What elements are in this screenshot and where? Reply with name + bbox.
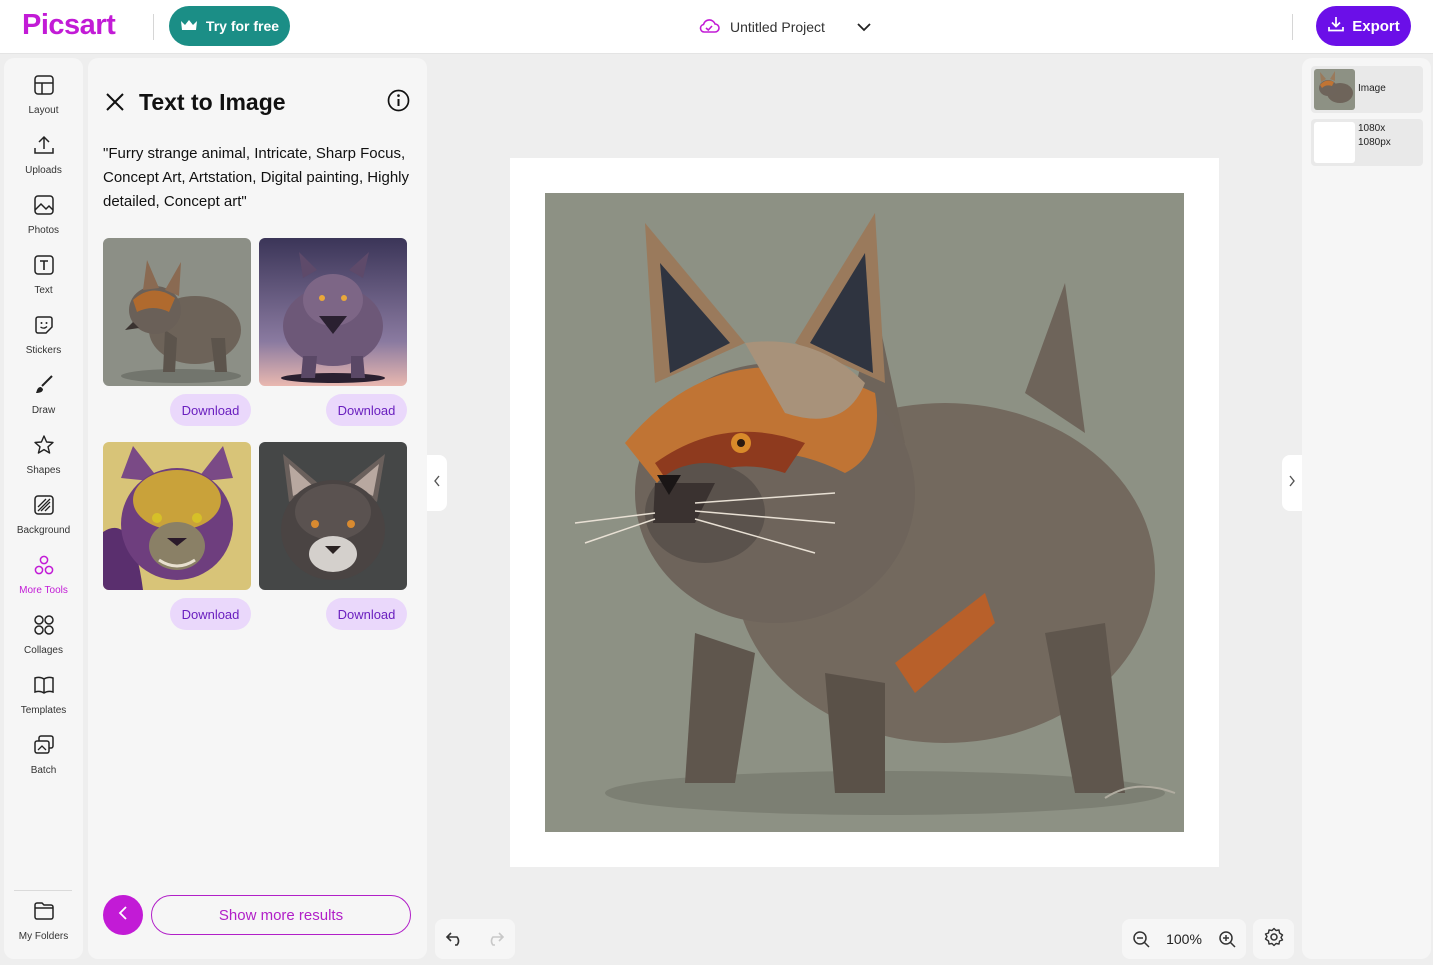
collage-icon [33, 614, 55, 641]
rail-divider [14, 890, 72, 891]
chevron-left-icon [433, 474, 441, 492]
background-icon [33, 494, 55, 521]
photo-icon [33, 194, 55, 221]
layer-label: Image [1358, 83, 1386, 94]
undo-icon[interactable] [445, 931, 465, 947]
chevron-right-icon [1288, 474, 1296, 492]
tool-rail: Layout Uploads Photos Text Stickers Draw… [4, 58, 83, 959]
crown-icon [180, 18, 198, 35]
rail-item-label: Uploads [25, 165, 62, 176]
gear-icon [1264, 927, 1284, 952]
try-for-free-button[interactable]: Try for free [169, 6, 290, 46]
rail-item-batch[interactable]: Batch [4, 734, 83, 790]
rail-item-label: Layout [28, 105, 59, 116]
result-thumbnail[interactable] [103, 238, 251, 386]
result-thumbnail[interactable] [259, 238, 407, 386]
rail-item-stickers[interactable]: Stickers [4, 314, 83, 370]
rail-item-label: Stickers [25, 345, 62, 356]
result-thumbnail[interactable] [259, 442, 407, 590]
layer-image-thumb [1314, 69, 1355, 110]
undo-redo-controls [435, 919, 515, 959]
top-bar: Picsart Try for free Untitled Project Ex… [0, 0, 1433, 54]
download-button[interactable]: Download [326, 394, 407, 426]
layers-panel: Image 1080x 1080px [1302, 58, 1431, 959]
rail-item-background[interactable]: Background [4, 494, 83, 550]
golden-creature-image [103, 442, 251, 590]
furry-creature-image [103, 238, 251, 386]
furry-strange-animal-image [545, 193, 1184, 832]
project-name-dropdown[interactable]: Untitled Project [698, 14, 871, 40]
rail-item-layout[interactable]: Layout [4, 74, 83, 130]
zoom-level: 100% [1166, 931, 1202, 947]
rail-item-shapes[interactable]: Shapes [4, 434, 83, 490]
layer-size-line-1: 1080x [1358, 123, 1386, 134]
rail-item-label: Collages [24, 645, 63, 656]
info-icon[interactable] [387, 89, 410, 112]
rail-item-photos[interactable]: Photos [4, 194, 83, 250]
header-divider [153, 14, 154, 40]
layer-background[interactable]: 1080x 1080px [1311, 119, 1423, 166]
upload-icon [33, 134, 55, 161]
download-button[interactable]: Download [170, 394, 251, 426]
result-thumbnail[interactable] [103, 442, 251, 590]
canvas-image[interactable] [545, 193, 1184, 832]
layer-thumbnail [1314, 122, 1355, 163]
star-icon [33, 434, 55, 461]
rail-item-label: Draw [31, 405, 56, 416]
expand-layers-handle[interactable] [1282, 455, 1302, 511]
close-icon[interactable] [104, 91, 126, 113]
prompt-text: "Furry strange animal, Intricate, Sharp … [103, 145, 409, 210]
zoom-in-icon[interactable] [1218, 930, 1236, 948]
rail-item-label: Shapes [26, 465, 61, 476]
picsart-logo[interactable]: Picsart [22, 9, 116, 42]
rail-item-label: Templates [20, 705, 67, 716]
back-button[interactable] [103, 895, 143, 935]
redo-icon[interactable] [485, 931, 505, 947]
dark-cat-image [259, 442, 407, 590]
text-to-image-panel: Text to Image "Furry strange animal, Int… [88, 58, 427, 959]
rail-item-templates[interactable]: Templates [4, 674, 83, 730]
rail-item-my-folders[interactable]: My Folders [4, 900, 83, 956]
rail-item-text[interactable]: Text [4, 254, 83, 310]
sticker-icon [33, 314, 55, 341]
folder-icon [33, 900, 55, 927]
text-icon [33, 254, 55, 281]
templates-icon [33, 674, 55, 701]
download-icon [1327, 15, 1345, 37]
download-button[interactable]: Download [170, 598, 251, 630]
canvas-settings-button[interactable] [1253, 919, 1294, 959]
rail-item-label: My Folders [18, 931, 69, 942]
batch-icon [33, 734, 55, 761]
try-for-free-label: Try for free [205, 18, 280, 34]
rail-item-collages[interactable]: Collages [4, 614, 83, 670]
layer-thumbnail [1314, 69, 1355, 110]
layer-size-line-2: 1080px [1358, 137, 1391, 148]
project-name: Untitled Project [730, 19, 825, 35]
layer-image[interactable]: Image [1311, 66, 1423, 113]
more-tools-icon [33, 554, 55, 581]
export-label: Export [1352, 17, 1400, 35]
purple-beast-image [259, 238, 407, 386]
rail-item-label: More Tools [19, 585, 68, 596]
rail-item-more-tools[interactable]: More Tools [4, 554, 83, 610]
panel-title: Text to Image [139, 89, 286, 115]
zoom-controls: 100% [1122, 919, 1246, 959]
zoom-out-icon[interactable] [1132, 930, 1150, 948]
rail-item-draw[interactable]: Draw [4, 374, 83, 430]
rail-item-label: Batch [30, 765, 57, 776]
rail-item-label: Background [16, 525, 71, 536]
rail-item-uploads[interactable]: Uploads [4, 134, 83, 190]
chevron-left-icon [117, 905, 129, 925]
rail-item-label: Photos [27, 225, 60, 236]
rail-item-label: Text [34, 285, 53, 296]
chevron-down-icon [857, 19, 871, 35]
export-button[interactable]: Export [1316, 6, 1411, 46]
layout-icon [33, 74, 55, 101]
download-button[interactable]: Download [326, 598, 407, 630]
cloud-saved-icon [698, 18, 720, 37]
brush-icon [33, 374, 55, 401]
collapse-panel-handle[interactable] [427, 455, 447, 511]
header-divider [1292, 14, 1293, 40]
show-more-results-button[interactable]: Show more results [151, 895, 411, 935]
